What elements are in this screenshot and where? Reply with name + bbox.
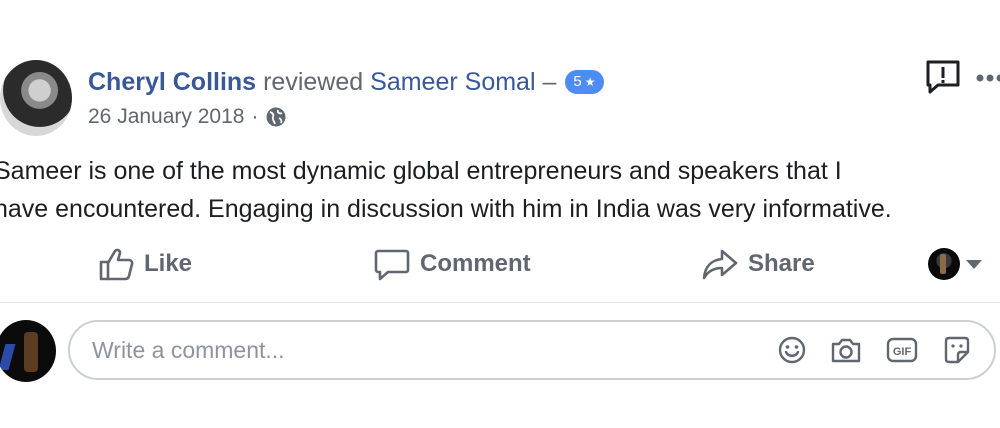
report-icon[interactable] [924,58,962,96]
commenter-avatar[interactable] [0,320,56,382]
like-button[interactable]: Like [98,244,192,284]
post-meta: 26 January 2018 · [88,102,287,132]
action-text: reviewed [263,67,364,96]
comment-as-selector[interactable] [928,248,982,280]
comment-input[interactable] [90,335,778,365]
post-text-line: Sameer is one of the most dynamic global… [0,157,842,185]
author-name-link[interactable]: Cheryl Collins [88,68,256,97]
sticker-icon[interactable] [942,335,972,365]
divider [0,302,1000,303]
comment-label: Comment [420,250,531,277]
star-icon: ★ [584,75,596,89]
comment-button[interactable]: Comment [374,244,531,284]
rating-value: 5 [573,73,582,90]
commenter-mini-avatar [928,248,960,280]
emoji-icon[interactable] [778,336,806,364]
composer-icons: GIF [778,335,972,365]
thumbs-up-icon [98,247,134,281]
more-options-icon[interactable] [975,68,1000,84]
meta-separator: · [251,105,259,128]
rating-badge: 5 ★ [565,70,604,94]
globe-icon[interactable] [265,106,287,128]
post-header: Cheryl Collins reviewed Sameer Somal – 5… [88,64,604,100]
chevron-down-icon [966,259,982,269]
gif-icon[interactable]: GIF [886,336,918,364]
post-date-link[interactable]: 26 January 2018 [88,105,244,129]
share-arrow-icon [702,247,738,281]
post-body: Sameer is one of the most dynamic global… [0,152,1000,228]
page-name-link[interactable]: Sameer Somal [370,68,535,97]
post-text-line: have encountered. Engaging in discussion… [0,195,892,223]
comment-composer[interactable]: GIF [68,320,996,380]
author-avatar[interactable] [0,60,72,136]
speech-bubble-icon [374,247,410,281]
share-label: Share [748,250,815,277]
camera-icon[interactable] [830,336,862,364]
header-dash: – [542,67,557,96]
share-button[interactable]: Share [702,244,815,284]
svg-text:GIF: GIF [893,346,912,358]
like-label: Like [144,250,193,277]
